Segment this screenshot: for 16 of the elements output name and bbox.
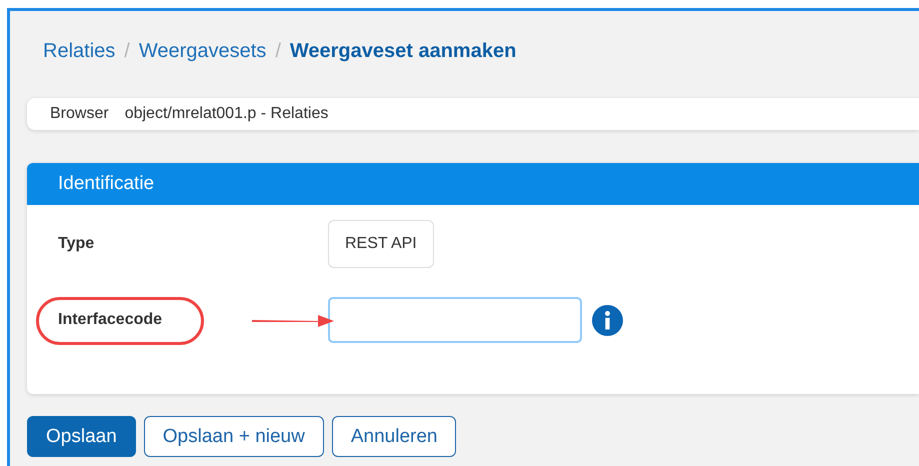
info-label: Browser xyxy=(50,105,109,123)
info-value: object/mrelat001.p - Relaties xyxy=(124,105,328,123)
info-icon[interactable] xyxy=(592,304,623,336)
breadcrumb-link[interactable]: Weergavesets xyxy=(138,40,266,62)
save-button[interactable]: Opslaan xyxy=(27,416,136,457)
input-field[interactable] xyxy=(328,297,582,343)
panel-title: Identificatie xyxy=(58,173,154,195)
field-label: Interfacecode xyxy=(58,311,162,328)
breadcrumb-current: Weergaveset aanmaken xyxy=(290,40,516,62)
breadcrumb-separator: / xyxy=(124,40,130,62)
type-value: REST API xyxy=(328,220,434,268)
action-button[interactable]: Opslaan + nieuw xyxy=(144,416,324,457)
field-label: Type xyxy=(58,235,94,252)
action-button[interactable]: Annuleren xyxy=(332,416,456,457)
breadcrumb-link[interactable]: Relaties xyxy=(43,40,116,62)
breadcrumb-separator: / xyxy=(275,40,281,62)
